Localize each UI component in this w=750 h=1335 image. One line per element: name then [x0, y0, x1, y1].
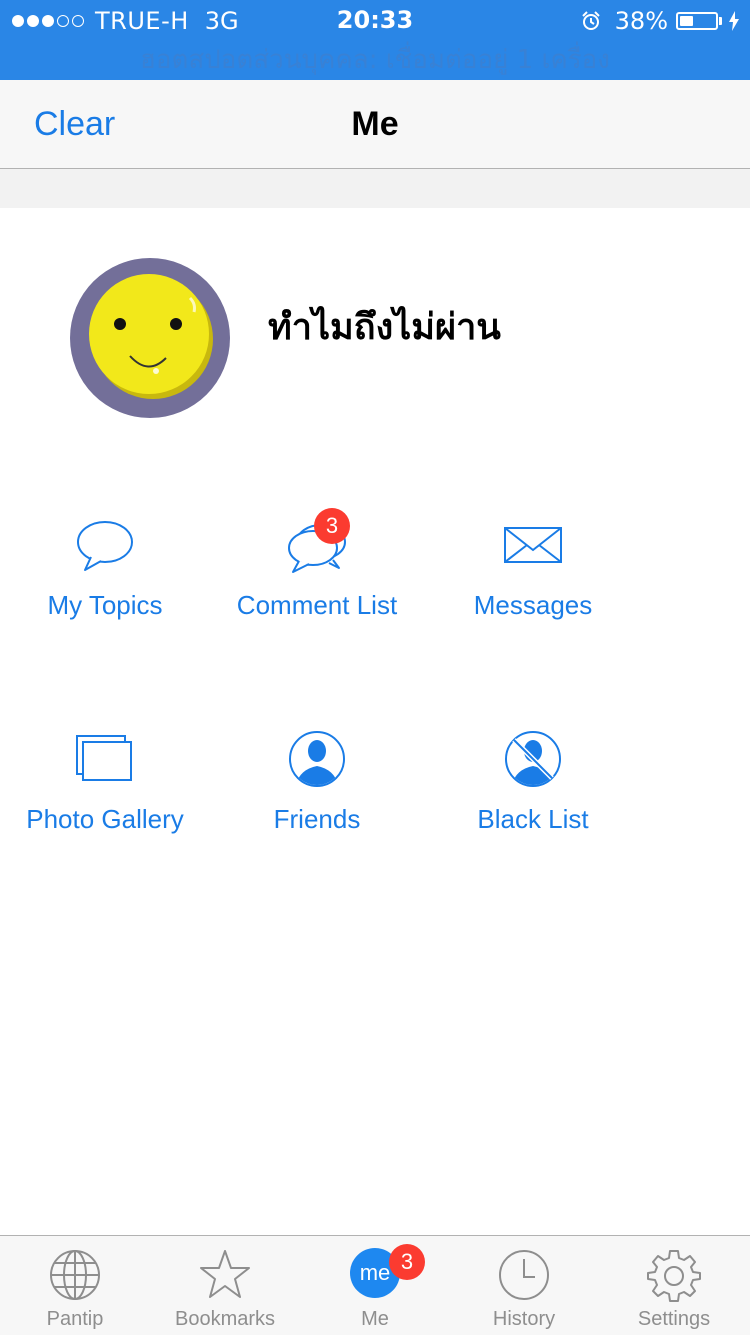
tab-history[interactable]: History — [449, 1236, 599, 1335]
navigation-bar: Clear Me — [0, 80, 750, 169]
my-topics-button[interactable]: My Topics — [0, 516, 210, 621]
status-bar: TRUE-H 3G 20:33 38% ฮอตสปอตส่วนบุคคล: เช… — [0, 0, 750, 80]
tab-pantip-label: Pantip — [46, 1308, 104, 1330]
comment-list-button[interactable]: 3 Comment List — [212, 508, 422, 621]
tab-bar: Pantip Bookmarks me 3 Me History Setting… — [0, 1235, 750, 1335]
username: ทำไมถึงไม่ผ่าน — [268, 307, 501, 348]
status-bar-right: 38% — [581, 6, 740, 36]
photo-gallery-button[interactable]: Photo Gallery — [0, 730, 210, 835]
section-separator — [0, 169, 750, 208]
my-topics-label: My Topics — [47, 590, 163, 620]
tab-history-label: History — [492, 1308, 556, 1330]
tab-me[interactable]: me 3 Me — [300, 1236, 450, 1335]
tab-me-label: Me — [361, 1308, 389, 1330]
battery-percent: 38% — [614, 7, 668, 35]
comment-list-label: Comment List — [236, 590, 398, 620]
alarm-icon — [581, 11, 600, 30]
battery-icon — [676, 12, 718, 30]
black-list-button[interactable]: Black List — [428, 730, 638, 835]
tab-settings-label: Settings — [637, 1308, 711, 1330]
gear-icon — [647, 1250, 701, 1302]
clock-icon — [499, 1250, 549, 1300]
black-list-label: Black List — [477, 804, 589, 834]
tab-settings[interactable]: Settings — [599, 1236, 749, 1335]
friends-label: Friends — [273, 804, 361, 834]
tab-bookmarks[interactable]: Bookmarks — [150, 1236, 300, 1335]
messages-button[interactable]: Messages — [428, 516, 638, 621]
person-icon — [289, 731, 345, 787]
speech-bubble-icon — [77, 521, 133, 571]
photo-gallery-label: Photo Gallery — [26, 804, 184, 834]
comment-list-badge: 3 — [314, 508, 350, 544]
tab-bookmarks-label: Bookmarks — [174, 1308, 276, 1330]
tab-pantip[interactable]: Pantip — [0, 1236, 150, 1335]
charging-bolt-icon — [729, 11, 739, 31]
avatar[interactable] — [70, 258, 230, 418]
blocked-person-icon — [505, 731, 561, 787]
gallery-icon — [76, 735, 132, 781]
clear-button[interactable]: Clear — [34, 80, 115, 168]
tab-me-badge: 3 — [389, 1244, 425, 1280]
messages-label: Messages — [473, 590, 593, 620]
star-icon — [200, 1250, 250, 1298]
envelope-icon — [504, 527, 562, 563]
friends-button[interactable]: Friends — [212, 730, 422, 835]
globe-icon — [50, 1250, 100, 1300]
hotspot-banner[interactable]: ฮอตสปอตส่วนบุคคล: เชื่อมต่ออยู่ 1 เครื่อ… — [0, 40, 750, 80]
